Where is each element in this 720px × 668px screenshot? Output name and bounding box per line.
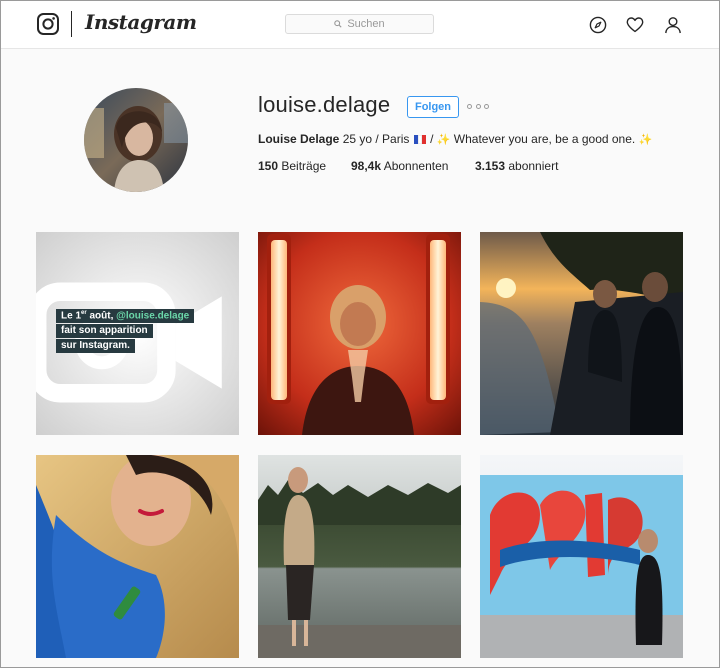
- posts-count-stat: 150 Beiträge: [258, 159, 327, 173]
- bio-text-1: 25 yo / Paris: [339, 132, 413, 146]
- search-icon: [334, 20, 342, 28]
- post-tile-berlin-wall[interactable]: [480, 455, 683, 658]
- search-placeholder: Suchen: [347, 18, 385, 30]
- follow-button[interactable]: Folgen: [407, 96, 459, 118]
- bio-text-2: /: [426, 132, 437, 146]
- caption-line-3: sur Instagram.: [56, 339, 135, 354]
- profile-bio: Louise Delage 25 yo / Paris / ✨ Whatever…: [258, 132, 652, 146]
- post-tile-sunset-river[interactable]: [480, 232, 683, 435]
- post-tile-video-intro[interactable]: Le 1er août, @louise.delage fait son app…: [36, 232, 239, 435]
- caption-line-2: fait son apparition: [56, 324, 153, 339]
- profile-username: louise.delage: [258, 92, 391, 117]
- sparkles-icon: ✨: [436, 134, 451, 146]
- instagram-page: Instagram Suchen louise.delage Folgen Lo…: [0, 0, 720, 668]
- post-tile-blue-dress-selfie[interactable]: [36, 455, 239, 658]
- post-caption-overlay: Le 1er août, @louise.delage fait son app…: [56, 309, 195, 354]
- caption-line-1: Le 1er août, @louise.delage: [56, 309, 195, 324]
- instagram-glyph-icon[interactable]: [37, 13, 59, 35]
- following-count-stat[interactable]: 3.153 abonniert: [475, 159, 558, 173]
- search-input[interactable]: Suchen: [285, 14, 434, 34]
- person-icon[interactable]: [664, 16, 682, 34]
- more-options-icon[interactable]: [467, 99, 489, 113]
- followers-count-stat[interactable]: 98,4k Abonnenten: [351, 159, 448, 173]
- profile-avatar[interactable]: [84, 88, 188, 192]
- top-navigation-bar: Instagram Suchen: [1, 1, 719, 49]
- profile-full-name: Louise Delage: [258, 132, 340, 146]
- sparkles-icon: ✨: [638, 134, 653, 146]
- heart-icon[interactable]: [626, 16, 644, 34]
- french-flag-icon: [413, 135, 426, 144]
- post-tile-red-room[interactable]: [258, 232, 461, 435]
- post-tile-lake-forest[interactable]: [258, 455, 461, 658]
- logo-divider: [71, 11, 72, 37]
- bio-text-3: Whatever you are, be a good one.: [450, 132, 639, 146]
- compass-icon[interactable]: [589, 16, 607, 34]
- instagram-wordmark[interactable]: Instagram: [85, 10, 197, 34]
